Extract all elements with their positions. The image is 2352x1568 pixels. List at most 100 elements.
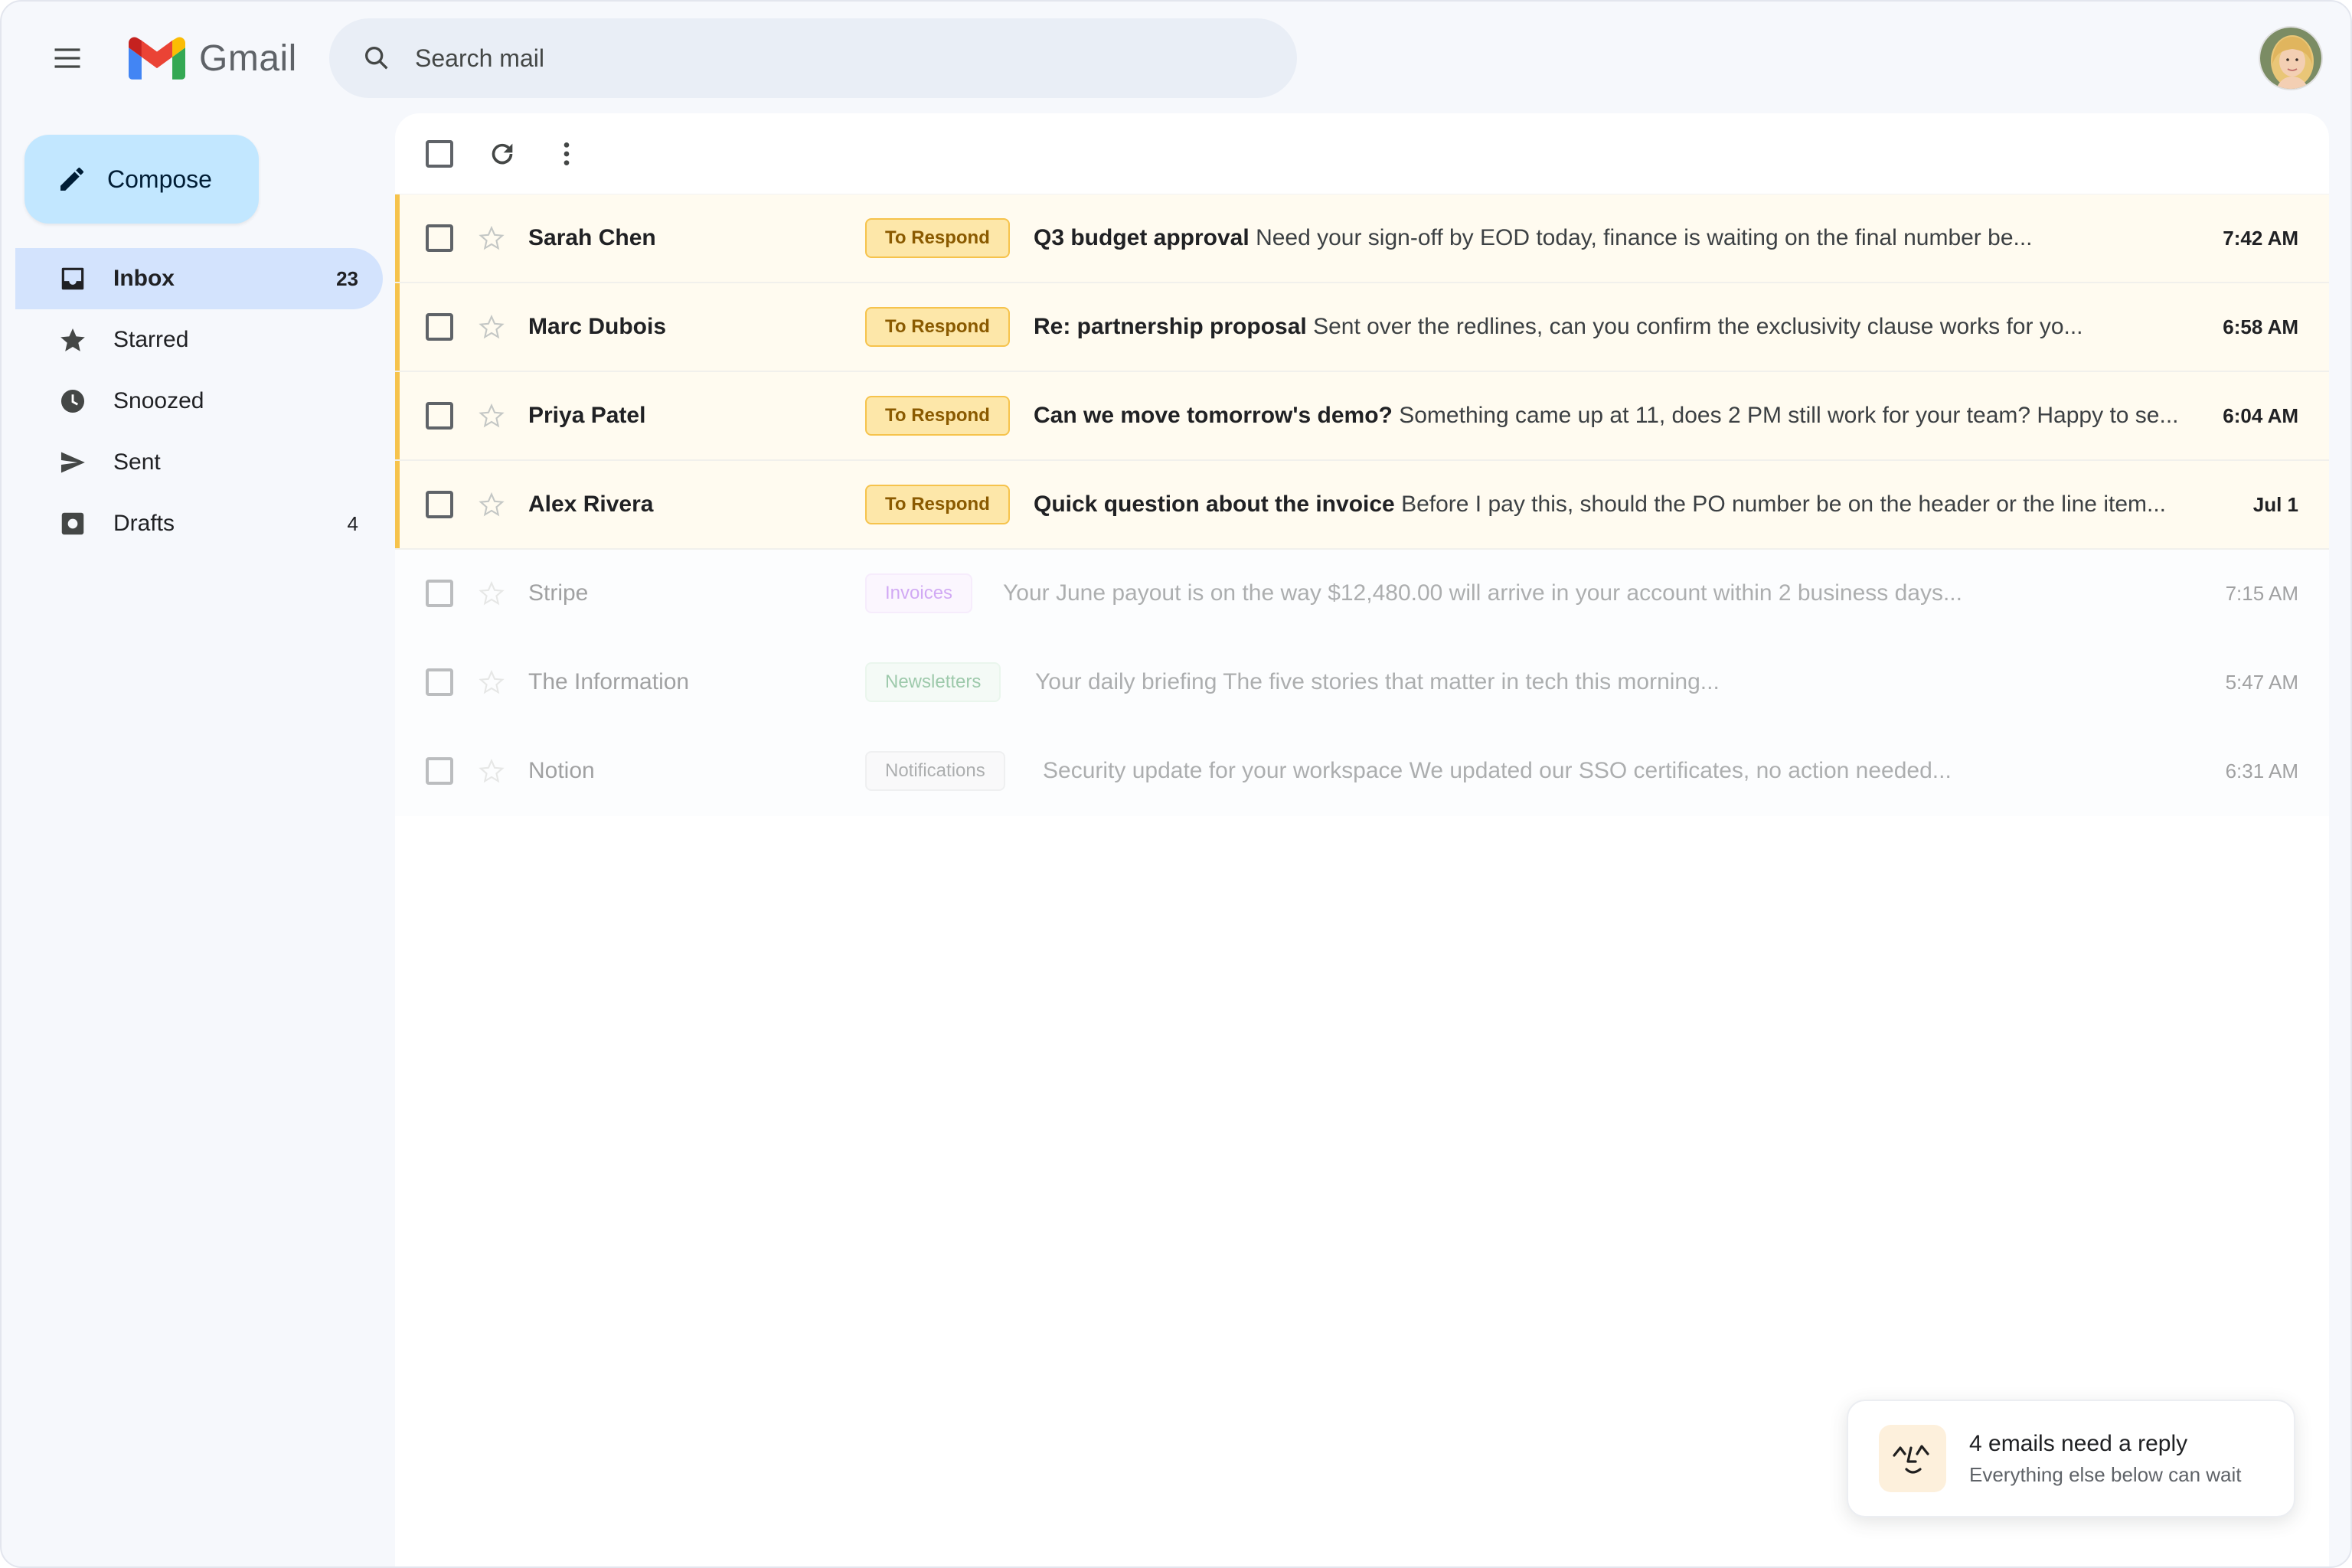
email-subject: Q3 budget approval [1034,225,1250,250]
hamburger-menu-icon [54,48,80,68]
email-sender: Priya Patel [528,403,646,428]
sidebar-item-drafts[interactable]: Drafts 4 [15,493,383,554]
email-snippet: We updated our SSO certificates, no acti… [1409,758,1952,783]
email-label-badge[interactable]: To Respond [865,485,1010,524]
compose-label: Compose [107,165,212,193]
email-row[interactable]: Marc Dubois To Respond Re: partnership p… [395,283,2329,372]
email-checkbox[interactable] [426,580,453,607]
email-label-badge[interactable]: Newsletters [865,662,1001,702]
email-snippet: $12,480.00 will arrive in your account w… [1328,580,1962,606]
email-row[interactable]: The Information Newsletters Your daily b… [395,639,2329,727]
star-outline-icon[interactable] [478,224,505,252]
email-subject: Quick question about the invoice [1034,492,1395,517]
sidebar-item-label: Snoozed [113,388,204,413]
search-input[interactable] [415,44,1104,73]
email-sender: Notion [528,758,595,783]
mail-list-panel: Sarah Chen To Respond Q3 budget approval… [395,113,2329,1566]
email-checkbox[interactable] [426,491,453,518]
gmail-window: Gmail Compose Inbox 23 Starred [0,0,2352,1568]
email-time: 7:42 AM [2223,226,2298,250]
email-checkbox[interactable] [426,224,453,252]
star-outline-icon[interactable] [478,402,505,430]
email-label-badge[interactable]: Notifications [865,751,1005,791]
toast-text: 4 emails need a reply Everything else be… [1969,1431,2242,1487]
email-snippet: Need your sign-off by EOD today, finance… [1256,225,2033,250]
sidebar-item-snoozed[interactable]: Snoozed [15,371,383,432]
email-row[interactable]: Sarah Chen To Respond Q3 budget approval… [395,194,2329,283]
email-time: 6:58 AM [2223,315,2298,338]
email-row[interactable]: Alex Rivera To Respond Quick question ab… [395,461,2329,550]
send-icon [60,452,85,473]
star-outline-icon[interactable] [478,668,505,696]
reply-summary-toast[interactable]: 4 emails need a reply Everything else be… [1847,1400,2295,1517]
email-sender: Stripe [528,580,589,606]
email-subject: Can we move tomorrow's demo? [1034,403,1393,428]
search-icon[interactable] [361,43,392,74]
pencil-icon [60,167,84,191]
email-content: Q3 budget approval Need your sign-off by… [1034,225,2187,251]
email-content: Quick question about the invoice Before … [1034,492,2187,518]
email-label-badge[interactable]: To Respond [865,307,1010,347]
email-snippet: The five stories that matter in tech thi… [1223,669,1720,694]
gmail-logo[interactable]: Gmail [129,35,297,81]
email-sender: Alex Rivera [528,492,654,517]
email-sender: Marc Dubois [528,314,667,339]
email-time: 6:31 AM [2225,759,2298,782]
sidebar-item-starred[interactable]: Starred [15,309,383,371]
account-avatar[interactable] [2259,26,2323,90]
email-checkbox[interactable] [426,668,453,696]
email-subject: Re: partnership proposal [1034,314,1307,339]
email-subject: Security update for your workspace [1043,758,1403,783]
inbox-icon [61,267,84,290]
select-all-checkbox[interactable] [426,139,453,168]
email-sender: The Information [528,669,690,694]
email-content: Your June payout is on the way $12,480.0… [1003,580,2187,606]
email-snippet: Something came up at 11, does 2 PM still… [1399,403,2179,428]
email-content: Security update for your workspace We up… [1043,758,2187,784]
toast-subtitle: Everything else below can wait [1969,1462,2242,1486]
email-time: 7:15 AM [2225,581,2298,605]
email-checkbox[interactable] [426,402,453,430]
email-sender: Sarah Chen [528,225,656,250]
drafts-count: 4 [347,511,358,535]
email-checkbox[interactable] [426,313,453,341]
email-subject: Your daily briefing [1035,669,1217,694]
email-subject: Your June payout is on the way [1003,580,1321,606]
email-row[interactable]: Notion Notifications Security update for… [395,727,2329,816]
email-content: Re: partnership proposal Sent over the r… [1034,314,2187,340]
star-outline-icon[interactable] [478,757,505,785]
email-content: Your daily briefing The five stories tha… [1035,669,2187,695]
email-time: 5:47 AM [2225,670,2298,694]
star-outline-icon[interactable] [478,313,505,341]
refresh-icon[interactable] [487,139,518,169]
email-snippet: Sent over the redlines, can you confirm … [1313,314,2083,339]
draft-icon [61,512,84,535]
email-content: Can we move tomorrow's demo? Something c… [1034,403,2187,429]
sidebar-item-label: Starred [113,327,189,352]
email-row[interactable]: Stripe Invoices Your June payout is on t… [395,550,2329,639]
sidebar-item-inbox[interactable]: Inbox 23 [15,248,383,309]
star-outline-icon[interactable] [478,580,505,607]
more-options-icon[interactable] [551,139,582,169]
search-bar[interactable] [329,18,1297,98]
email-label-badge[interactable]: To Respond [865,218,1010,258]
email-checkbox[interactable] [426,757,453,785]
star-icon [60,328,85,351]
compose-button[interactable]: Compose [24,135,259,224]
face-icon [1879,1425,1946,1492]
email-label-badge[interactable]: To Respond [865,396,1010,436]
sidebar-item-label: Inbox [113,266,175,291]
main-menu-button[interactable] [40,35,95,81]
star-outline-icon[interactable] [478,491,505,518]
email-snippet: Before I pay this, should the PO number … [1401,492,2166,517]
clock-icon [60,389,85,413]
email-label-badge[interactable]: Invoices [865,573,973,613]
email-row[interactable]: Priya Patel To Respond Can we move tomor… [395,372,2329,461]
email-time: 6:04 AM [2223,403,2298,427]
sidebar-nav: Inbox 23 Starred Snoozed Sent Drafts 4 [15,248,383,554]
sidebar-item-sent[interactable]: Sent [15,432,383,493]
inbox-count: 23 [336,266,358,290]
email-time: Jul 1 [2252,492,2298,516]
mail-toolbar [395,113,2329,194]
toast-title: 4 emails need a reply [1969,1430,2188,1456]
